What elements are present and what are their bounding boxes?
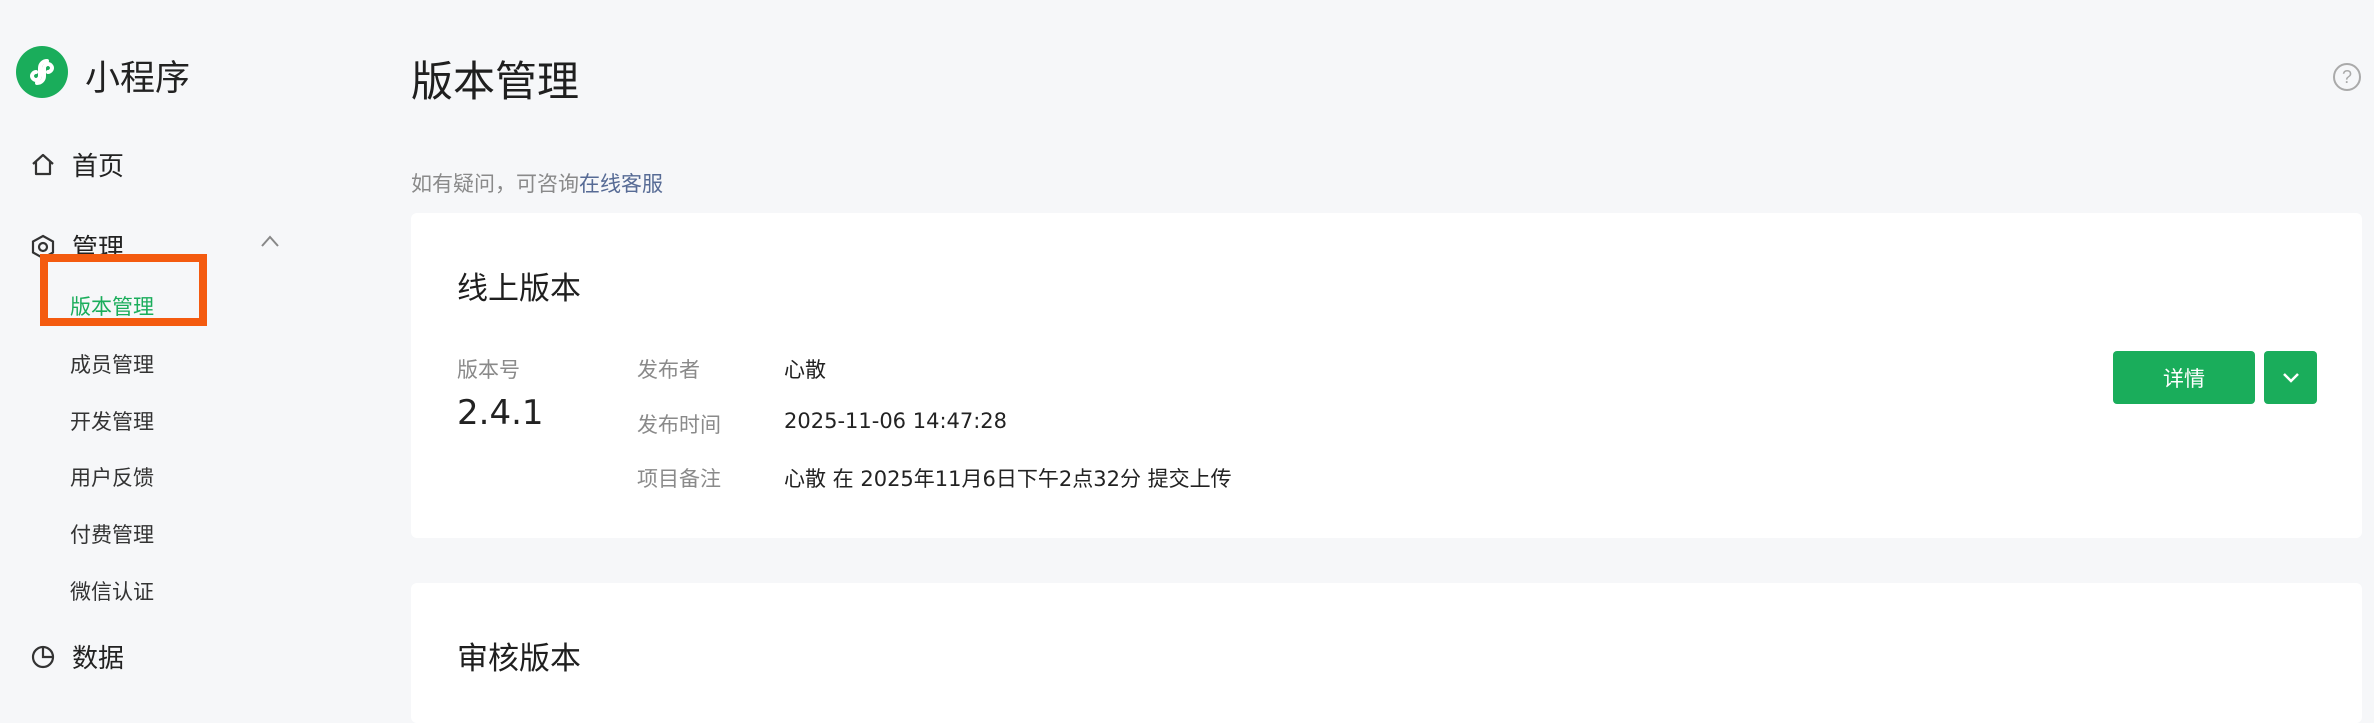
sidebar-item-wechat-verify[interactable]: 微信认证 [70,576,154,606]
sidebar-item-member-manage[interactable]: 成员管理 [70,349,154,379]
svg-text:?: ? [2342,67,2352,87]
help-icon[interactable]: ? [2332,62,2362,92]
hint-text: 如有疑问，可咨询在线客服 [411,168,663,198]
sidebar-item-payment-manage[interactable]: 付费管理 [70,519,154,549]
publish-time-label: 发布时间 [637,413,721,437]
publish-time-value: 2025-11-06 14:47:28 [784,409,1008,433]
publisher-value: 心散 [784,358,826,382]
sidebar-item-home[interactable]: 首页 [30,146,124,183]
app-title: 小程序 [85,59,191,99]
sidebar-item-dev-manage[interactable]: 开发管理 [70,406,154,436]
highlight-box [40,254,207,326]
detail-button[interactable]: 详情 [2113,351,2255,404]
hint-prefix: 如有疑问，可咨询 [411,172,579,196]
online-support-link[interactable]: 在线客服 [579,172,663,196]
logo-icon [16,46,68,98]
review-version-card: 审核版本 [411,583,2362,723]
chart-pie-icon [31,645,55,668]
page-title: 版本管理 [411,57,580,106]
version-number: 2.4.1 [457,393,544,433]
sidebar-item-user-feedback[interactable]: 用户反馈 [70,462,154,492]
publisher-label: 发布者 [637,358,700,382]
online-version-card: 线上版本 版本号 2.4.1 发布者 心散 发布时间 2025-11-06 14… [411,213,2362,538]
sidebar-item-data[interactable]: 数据 [30,638,124,675]
home-icon [32,153,54,175]
note-value: 心散 在 2025年11月6日下午2点32分 提交上传 [784,467,1232,491]
chevron-down-icon [2282,372,2299,383]
sidebar-item-label: 首页 [72,152,125,182]
card-title: 线上版本 [457,271,581,307]
sidebar-item-label: 数据 [72,644,125,674]
version-label: 版本号 [457,358,520,382]
card-title: 审核版本 [457,641,581,677]
more-options-button[interactable] [2264,351,2317,404]
chevron-up-icon[interactable] [260,234,280,248]
note-label: 项目备注 [637,467,721,491]
